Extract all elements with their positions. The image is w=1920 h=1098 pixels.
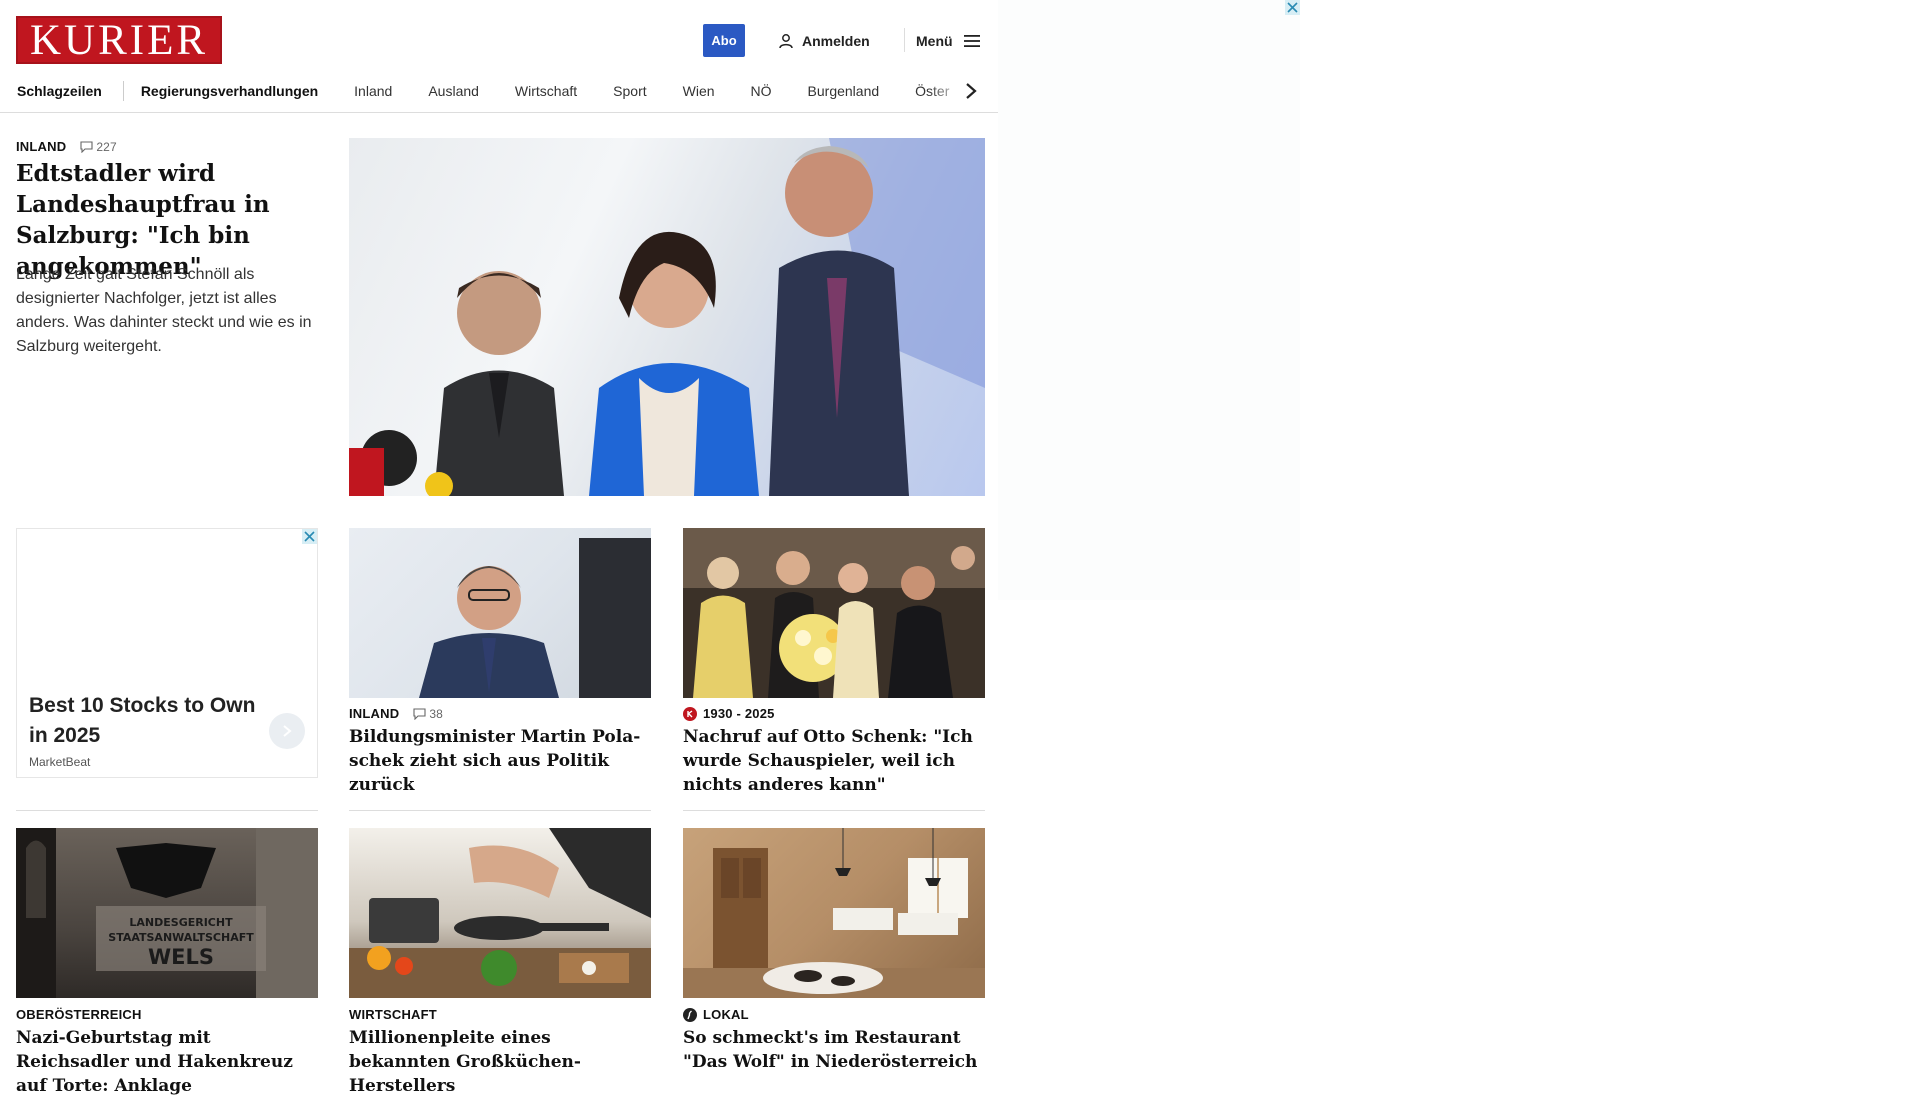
svg-text:WELS: WELS — [148, 945, 214, 969]
card-kicker-label: 1930 - 2025 — [703, 706, 775, 721]
card-image-restaurant[interactable] — [683, 828, 985, 998]
section-nav: Schlagzeilen Regierungsverhandlungen Inl… — [0, 70, 998, 113]
header-divider — [904, 28, 905, 52]
lead-kicker[interactable]: INLAND 227 — [16, 139, 117, 154]
lead-image[interactable] — [349, 138, 985, 496]
ad-source: MarketBeat — [29, 755, 91, 769]
schenk-photo — [683, 528, 985, 698]
card-headline-restaurant[interactable]: So schmeckt's im Restaurant "Das Wolf" i… — [683, 1026, 985, 1074]
comment-icon — [80, 140, 93, 153]
card-headline-wels[interactable]: Nazi-Geburtstag mit Reichsadler und Hake… — [16, 1026, 318, 1098]
card-comment-count: 38 — [429, 706, 444, 721]
nav-item-regierungsverhandlungen[interactable]: Regierungsverhandlungen — [141, 83, 318, 99]
wels-photo: LANDESGERICHT STAATSANWALTSCHAFT WELS — [16, 828, 318, 998]
right-ad-close-button[interactable] — [1285, 0, 1300, 15]
nav-item-wirtschaft[interactable]: Wirtschaft — [515, 83, 577, 99]
nav-item-sport[interactable]: Sport — [613, 83, 646, 99]
kurier-badge-icon — [683, 706, 697, 721]
chevron-right-icon — [283, 725, 292, 737]
lead-comment-count: 227 — [96, 139, 117, 154]
abo-button[interactable]: Abo — [703, 24, 745, 57]
card-kicker-label: INLAND — [349, 706, 400, 721]
right-ad-slot — [998, 0, 1300, 600]
card-image-wels[interactable]: LANDESGERICHT STAATSANWALTSCHAFT WELS — [16, 828, 318, 998]
card-kicker-polaschek[interactable]: INLAND 38 — [349, 706, 443, 721]
login-button[interactable]: Anmelden — [778, 24, 870, 57]
card-kicker-schenk[interactable]: 1930 - 2025 — [683, 706, 775, 721]
ad-next-button[interactable] — [269, 713, 305, 749]
card-kicker-kueche[interactable]: WIRTSCHAFT — [349, 1007, 437, 1022]
hamburger-icon — [963, 34, 980, 47]
card-kicker-wels[interactable]: OBERÖSTERREICH — [16, 1007, 142, 1022]
nav-item-schlagzeilen[interactable]: Schlagzeilen — [17, 83, 102, 99]
nav-divider — [122, 81, 124, 101]
kueche-photo — [349, 828, 651, 998]
comment-icon — [413, 707, 426, 720]
nav-item-noe[interactable]: NÖ — [751, 83, 772, 99]
nav-item-inland[interactable]: Inland — [354, 83, 392, 99]
lokal-badge-icon — [683, 1007, 697, 1022]
user-icon — [779, 33, 793, 48]
ad-title[interactable]: Best 10 Stocks to Own in 2025 — [29, 691, 259, 751]
nav-item-burgenland[interactable]: Burgenland — [808, 83, 880, 99]
column-divider — [16, 810, 318, 811]
menu-button[interactable]: Menü — [916, 24, 981, 57]
card-image-kueche[interactable] — [349, 828, 651, 998]
card-headline-schenk[interactable]: Nachruf auf Otto Schenk: "Ich wurde Scha… — [683, 725, 985, 797]
close-icon — [1287, 2, 1298, 13]
nav-item-ausland[interactable]: Ausland — [428, 83, 479, 99]
nav-item-wien[interactable]: Wien — [683, 83, 715, 99]
card-headline-kueche[interactable]: Millionenpleite eines bekannten Großküch… — [349, 1026, 651, 1098]
restaurant-photo — [683, 828, 985, 998]
lead-teaser: Lange Zeit galt Stefan Schnöll als desig… — [16, 266, 312, 355]
card-kicker-restaurant[interactable]: LOKAL — [683, 1007, 749, 1022]
kurier-logo[interactable]: KURIER — [16, 16, 222, 64]
ad-close-button[interactable] — [302, 529, 317, 544]
card-kicker-label: WIRTSCHAFT — [349, 1007, 437, 1022]
lead-photo — [349, 138, 985, 496]
chevron-right-icon[interactable] — [962, 81, 980, 101]
close-icon — [304, 531, 315, 542]
card-divider — [683, 810, 985, 811]
card-headline-polaschek[interactable]: Bildungsminister Martin Pola­schek zieht… — [349, 725, 651, 797]
card-comments[interactable]: 38 — [413, 707, 443, 721]
svg-text:STAATSANWALTSCHAFT: STAATSANWALTSCHAFT — [108, 931, 254, 944]
lead-comments[interactable]: 227 — [80, 140, 117, 154]
ad-box[interactable]: Best 10 Stocks to Own in 2025 MarketBeat — [16, 528, 318, 778]
card-kicker-label: OBERÖSTERREICH — [16, 1007, 142, 1022]
svg-text:LANDESGERICHT: LANDESGERICHT — [129, 916, 233, 929]
card-image-polaschek[interactable] — [349, 528, 651, 698]
polaschek-photo — [419, 538, 651, 698]
card-divider — [349, 810, 651, 811]
card-kicker-label: LOKAL — [703, 1007, 749, 1022]
lead-kicker-label: INLAND — [16, 139, 67, 154]
login-label: Anmelden — [802, 32, 870, 49]
menu-label: Menü — [916, 32, 953, 49]
card-image-schenk[interactable] — [683, 528, 985, 698]
